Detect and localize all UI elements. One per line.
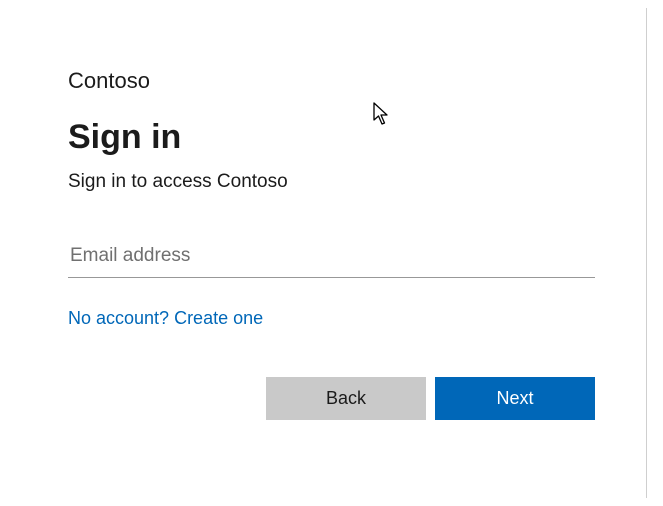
page-subtitle: Sign in to access Contoso (68, 171, 595, 193)
back-button[interactable]: Back (266, 377, 426, 420)
create-account-link[interactable]: No account? Create one (68, 308, 263, 329)
page-title: Sign in (68, 118, 595, 157)
button-row: Back Next (68, 377, 595, 420)
right-divider (646, 8, 647, 498)
email-field[interactable] (68, 241, 595, 278)
signin-panel: Contoso Sign in Sign in to access Contos… (0, 0, 663, 420)
next-button[interactable]: Next (435, 377, 595, 420)
brand-label: Contoso (68, 68, 595, 94)
